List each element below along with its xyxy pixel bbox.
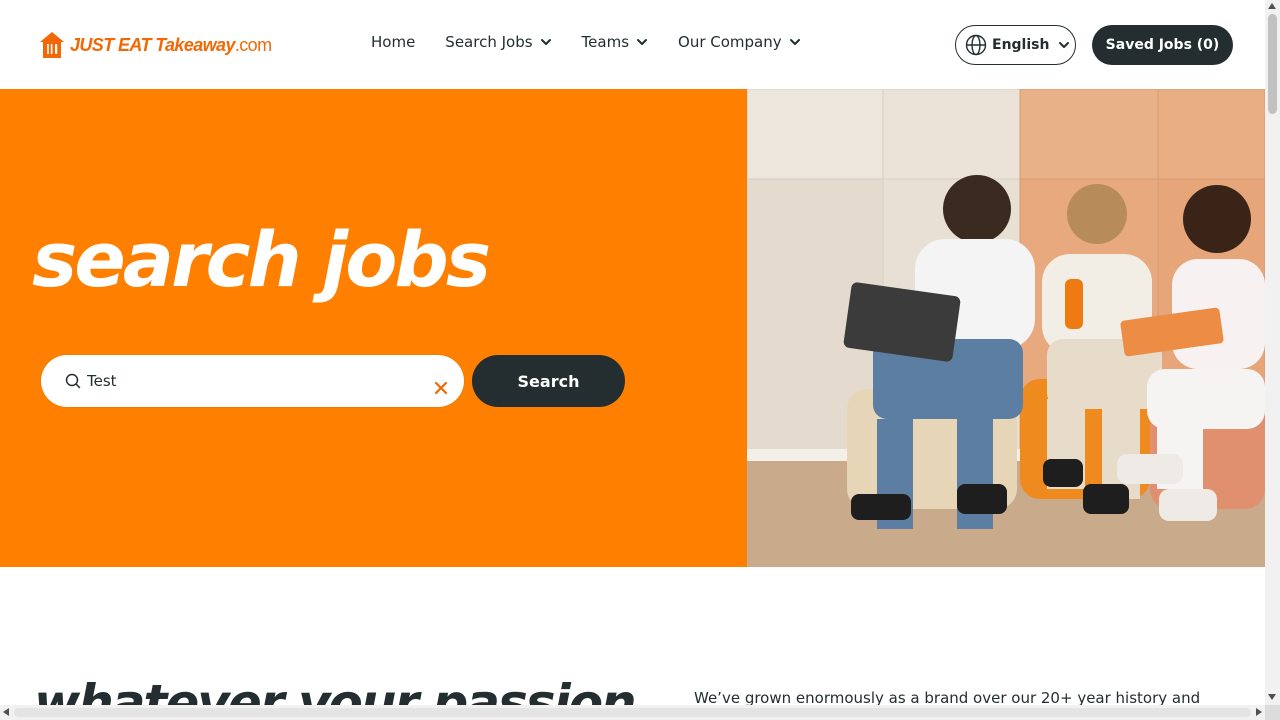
close-icon[interactable]: [434, 381, 448, 395]
job-search-box: [41, 355, 464, 407]
hero-photo: [747, 89, 1265, 567]
nav-item-label: Our Company: [678, 33, 782, 51]
house-logo-icon: [40, 32, 64, 58]
nav-item-our-company[interactable]: Our Company: [678, 33, 801, 51]
brand-logo[interactable]: JUST EAT Takeaway.com: [39, 29, 272, 61]
scrollbar-corner: [1265, 705, 1280, 720]
saved-jobs-label: Saved Jobs: [1105, 37, 1192, 53]
saved-jobs-count: (0): [1196, 37, 1220, 53]
chevron-down-icon: [540, 39, 551, 45]
scroll-down-icon[interactable]: [1268, 694, 1276, 700]
scrollbar-thumb[interactable]: [1268, 14, 1277, 114]
scroll-left-icon[interactable]: [3, 708, 9, 716]
chevron-down-icon: [637, 39, 648, 45]
scroll-up-icon[interactable]: [1268, 3, 1276, 9]
job-search-input[interactable]: [87, 372, 417, 390]
chevron-down-icon: [789, 39, 800, 45]
nav-item-home[interactable]: Home: [371, 33, 415, 51]
people-chatting-image: [747, 89, 1265, 567]
search-button-label: Search: [517, 371, 580, 391]
scroll-right-icon[interactable]: [1256, 708, 1262, 716]
nav-item-label: Search Jobs: [445, 33, 533, 51]
language-selector[interactable]: English: [955, 25, 1076, 65]
hero-title: search jobs: [32, 215, 491, 304]
search-icon: [65, 373, 81, 389]
nav-item-teams[interactable]: Teams: [582, 33, 648, 51]
nav-item-label: Home: [371, 33, 416, 51]
scrollbar-thumb[interactable]: [14, 708, 1251, 717]
globe-icon: [965, 34, 987, 56]
horizontal-scrollbar[interactable]: [0, 705, 1265, 720]
site-header: JUST EAT Takeaway.com Home Search Jobs T…: [0, 0, 1265, 89]
saved-jobs-button[interactable]: Saved Jobs (0): [1092, 25, 1233, 65]
language-label: English: [992, 37, 1050, 53]
hero-section: search jobs Search: [0, 89, 747, 567]
main-nav: Home Search Jobs Teams Our Company: [371, 33, 831, 51]
chevron-down-icon: [1059, 42, 1070, 48]
vertical-scrollbar[interactable]: [1265, 0, 1280, 720]
nav-item-search-jobs[interactable]: Search Jobs: [445, 33, 551, 51]
search-button[interactable]: Search: [472, 355, 625, 407]
nav-item-label: Teams: [581, 33, 630, 51]
logo-wordmark: JUST EAT Takeaway.com: [70, 34, 272, 55]
